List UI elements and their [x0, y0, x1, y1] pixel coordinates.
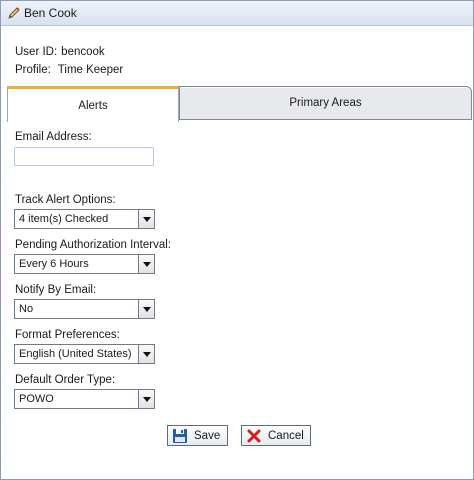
cancel-button[interactable]: Cancel	[241, 425, 311, 446]
tab-alerts[interactable]: Alerts	[7, 86, 179, 122]
chevron-down-icon	[143, 262, 151, 267]
chevron-down-icon	[143, 307, 151, 312]
user-id-label: User ID:	[15, 46, 58, 58]
dialog-window: Ben Cook User ID: bencook Profile: Time K…	[0, 0, 474, 480]
window-title: Ben Cook	[24, 6, 77, 20]
notify-by-email-label: Notify By Email:	[15, 284, 97, 296]
track-alert-options-value: 4 item(s) Checked	[19, 213, 109, 225]
chevron-down-icon	[143, 217, 151, 222]
default-order-type-value: POWO	[19, 393, 54, 405]
profile-label: Profile:	[15, 64, 51, 76]
title-bar: Ben Cook	[1, 1, 473, 26]
email-label: Email Address:	[15, 131, 92, 143]
save-button-label: Save	[194, 429, 221, 442]
pending-authorization-interval-label: Pending Authorization Interval:	[15, 239, 171, 251]
default-order-type-label: Default Order Type:	[15, 374, 116, 386]
tab-alerts-label: Alerts	[78, 99, 108, 112]
chevron-down-icon	[143, 397, 151, 402]
profile-row: Profile: Time Keeper	[15, 64, 123, 76]
track-alert-options-select[interactable]: 4 item(s) Checked	[14, 209, 155, 229]
dropdown-button[interactable]	[138, 210, 154, 228]
save-button[interactable]: Save	[167, 425, 228, 446]
close-icon	[246, 428, 262, 444]
tab-primary-areas[interactable]: Primary Areas	[179, 86, 472, 120]
dropdown-button[interactable]	[138, 390, 154, 408]
default-order-type-select[interactable]: POWO	[14, 389, 155, 409]
cancel-button-label: Cancel	[268, 429, 304, 442]
floppy-disk-icon	[172, 428, 188, 444]
chevron-down-icon	[143, 352, 151, 357]
dropdown-button[interactable]	[138, 255, 154, 273]
pending-authorization-interval-select[interactable]: Every 6 Hours	[14, 254, 155, 274]
email-field[interactable]	[14, 147, 154, 166]
format-preferences-label: Format Preferences:	[15, 329, 120, 341]
tab-strip: Alerts Primary Areas	[7, 86, 472, 122]
format-preferences-select[interactable]: English (United States)	[14, 344, 155, 364]
notify-by-email-value: No	[19, 303, 34, 315]
pending-authorization-interval-value: Every 6 Hours	[19, 258, 89, 270]
notify-by-email-select[interactable]: No	[14, 299, 155, 319]
user-id-value: bencook	[61, 46, 105, 58]
track-alert-options-label: Track Alert Options:	[15, 194, 116, 206]
profile-value: Time Keeper	[57, 64, 124, 76]
pencil-icon	[6, 5, 22, 21]
dropdown-button[interactable]	[138, 300, 154, 318]
dropdown-button[interactable]	[138, 345, 154, 363]
format-preferences-value: English (United States)	[19, 348, 132, 360]
user-id-row: User ID: bencook	[15, 46, 105, 58]
tab-primary-areas-label: Primary Areas	[289, 97, 362, 109]
